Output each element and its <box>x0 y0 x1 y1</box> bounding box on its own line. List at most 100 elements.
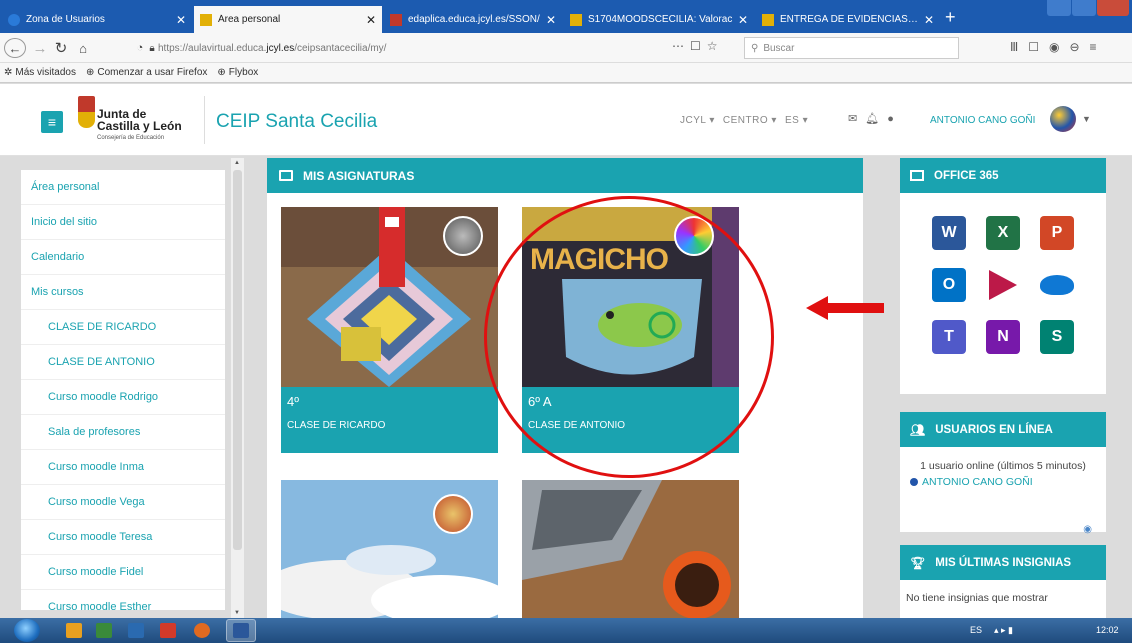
junta-logo[interactable]: Junta de Castilla y León <box>97 108 182 132</box>
header-icons: ✉🔔︎● <box>848 112 902 125</box>
bookmark-flybox[interactable]: ⊕ Flybox <box>217 67 258 78</box>
bell-icon[interactable]: 🔔︎ <box>865 113 887 125</box>
scroll-up-icon[interactable]: ▲ <box>234 160 240 166</box>
sidebar-item[interactable]: Sala de profesores <box>21 415 225 450</box>
sidebar-item[interactable]: Curso moodle Vega <box>21 485 225 520</box>
menu-toggle-button[interactable]: ≡ <box>41 111 63 133</box>
online-users-text: 1 usuario online (últimos 5 minutos) <box>920 460 1086 472</box>
minimize-icon[interactable] <box>1047 0 1071 16</box>
tab-entrega-evidencias[interactable]: ENTREGA DE EVIDENCIAS DE A ✕ <box>756 6 940 33</box>
sidebar-item[interactable]: Curso moodle Inma <box>21 450 225 485</box>
explorer-icon[interactable] <box>66 623 82 638</box>
scroll-down-icon[interactable]: ▼ <box>234 610 240 616</box>
online-user-link[interactable]: ANTONIO CANO GOÑI <box>900 476 1106 488</box>
close-tab-icon[interactable]: ✕ <box>176 13 186 27</box>
close-tab-icon[interactable]: ✕ <box>924 13 934 27</box>
mail-icon[interactable]: ✉ <box>848 113 865 125</box>
close-window-icon[interactable] <box>1097 0 1129 16</box>
search-input[interactable]: ⚲ Buscar <box>744 37 959 59</box>
language-indicator[interactable]: ES <box>970 625 982 635</box>
sidebar-item[interactable]: Curso moodle Rodrigo <box>21 380 225 415</box>
sidebar-item[interactable]: CLASE DE ANTONIO <box>21 345 225 380</box>
app-icon[interactable] <box>128 623 144 638</box>
junta-logo-icon <box>78 96 95 128</box>
sidebar-item[interactable]: Curso moodle Teresa <box>21 520 225 555</box>
onedrive-icon[interactable] <box>1034 263 1080 307</box>
excel-icon[interactable]: X <box>980 211 1026 255</box>
teams-icon[interactable]: T <box>926 315 972 359</box>
divider <box>204 96 205 144</box>
back-arrow-icon[interactable]: ← <box>4 38 26 58</box>
avatar[interactable] <box>1050 106 1076 132</box>
shield-icon: ◔ <box>136 42 144 54</box>
tray-icons[interactable]: ▴ ▸ ▮ <box>994 625 1013 636</box>
outlook-icon[interactable]: O <box>926 263 972 307</box>
clock: 12:02 <box>1096 625 1119 635</box>
close-tab-icon[interactable]: ✕ <box>366 13 376 27</box>
course-card[interactable] <box>281 480 498 618</box>
site-title[interactable]: CEIP Santa Cecilia <box>216 111 377 133</box>
word-icon[interactable] <box>233 623 249 638</box>
chevron-down-icon[interactable]: ▼ <box>1082 114 1091 124</box>
close-tab-icon[interactable]: ✕ <box>738 13 748 27</box>
site-favicon-icon <box>570 13 582 26</box>
powerpoint-icon[interactable]: P <box>1034 211 1080 255</box>
no-badges-text: No tiene insignias que mostrar <box>906 592 1048 604</box>
course-card[interactable]: 4º CLASE DE RICARDO <box>281 207 498 453</box>
tab-valoracion[interactable]: S1704MOODSCECILIA: Valorac ✕ <box>564 6 754 33</box>
new-tab-icon[interactable]: + <box>945 7 956 28</box>
word-icon[interactable]: W <box>926 211 972 255</box>
sidebar-item[interactable]: Mis cursos <box>21 275 225 310</box>
course-image <box>522 480 739 618</box>
sidebar-item[interactable]: CLASE DE RICARDO <box>21 310 225 345</box>
app-icon[interactable] <box>160 623 176 638</box>
home-icon[interactable]: ⌂ <box>74 38 92 58</box>
forward-arrow-icon[interactable]: → <box>32 38 48 58</box>
url-bar[interactable]: https://aulavirtual.educa. jcyl.es/ceipsa… <box>158 38 508 58</box>
close-tab-icon[interactable]: ✕ <box>546 13 556 27</box>
sidebar-scrollbar[interactable]: ▲ ▼ <box>230 158 244 618</box>
maximize-icon[interactable] <box>1072 0 1096 16</box>
sidebar-item[interactable]: Curso moodle Fidel <box>21 555 225 590</box>
course-card[interactable] <box>522 480 739 618</box>
eye-icon[interactable]: ◉ <box>1083 524 1092 535</box>
sidebar-item[interactable]: Área personal <box>21 170 225 205</box>
user-name[interactable]: ANTONIO CANO GOÑI <box>930 115 1035 126</box>
toolbar-icons[interactable]: Ⅲ☐◉⊖≡ <box>1010 40 1107 54</box>
block-title: MIS ASIGNATURAS <box>303 168 415 183</box>
bookmark-mas-visitados[interactable]: ✲ Más visitados <box>4 67 76 78</box>
menu-jcyl[interactable]: JCYL ▾ <box>680 115 715 126</box>
onenote-icon[interactable]: N <box>980 315 1026 359</box>
start-button[interactable] <box>14 619 40 642</box>
top-menu: JCYL ▾ CENTRO ▾ ES ▾ <box>680 115 808 126</box>
tab-edaplica[interactable]: edaplica.educa.jcyl.es/SSON/ ✕ <box>384 6 562 33</box>
app-tile: O <box>932 268 966 302</box>
bookmark-comenzar-firefox[interactable]: ⊕ Comenzar a usar Firefox <box>86 67 207 78</box>
course-grade: 4º <box>287 394 299 409</box>
app-tile: W <box>932 216 966 250</box>
course-badge-icon <box>433 494 473 534</box>
scroll-thumb[interactable] <box>233 170 242 550</box>
windows-taskbar: ES ▴ ▸ ▮ 12:02 <box>0 618 1132 643</box>
tab-zona-usuarios[interactable]: Zona de Usuarios ✕ <box>2 6 192 33</box>
course-card[interactable]: MAGICHO 6º A CLASE DE ANTONIO <box>522 207 739 453</box>
chat-icon[interactable]: ● <box>887 113 902 125</box>
page-actions-icon[interactable]: ⋯☐☆ <box>672 39 724 53</box>
app-tile <box>989 270 1017 300</box>
app-icon[interactable] <box>96 623 112 638</box>
menu-language[interactable]: ES ▾ <box>785 115 808 126</box>
globe-icon: ⊕ <box>85 67 95 78</box>
sidebar-item[interactable]: Inicio del sitio <box>21 205 225 240</box>
tab-area-personal[interactable]: Área personal ✕ <box>194 6 382 33</box>
app-tile: P <box>1040 216 1074 250</box>
menu-centro[interactable]: CENTRO ▾ <box>723 115 777 126</box>
sway-icon[interactable]: S <box>1034 315 1080 359</box>
reload-icon[interactable]: ↻ <box>52 38 70 58</box>
stream-icon[interactable] <box>980 263 1026 307</box>
sidebar-item[interactable]: Calendario <box>21 240 225 275</box>
firefox-icon[interactable] <box>194 623 210 638</box>
sidebar-item[interactable]: Curso moodle Esther <box>21 590 225 610</box>
bookmarks-bar: ✲ Más visitados ⊕ Comenzar a usar Firefox … <box>0 63 1132 83</box>
list-icon <box>910 170 924 181</box>
site-favicon-icon <box>390 13 402 26</box>
